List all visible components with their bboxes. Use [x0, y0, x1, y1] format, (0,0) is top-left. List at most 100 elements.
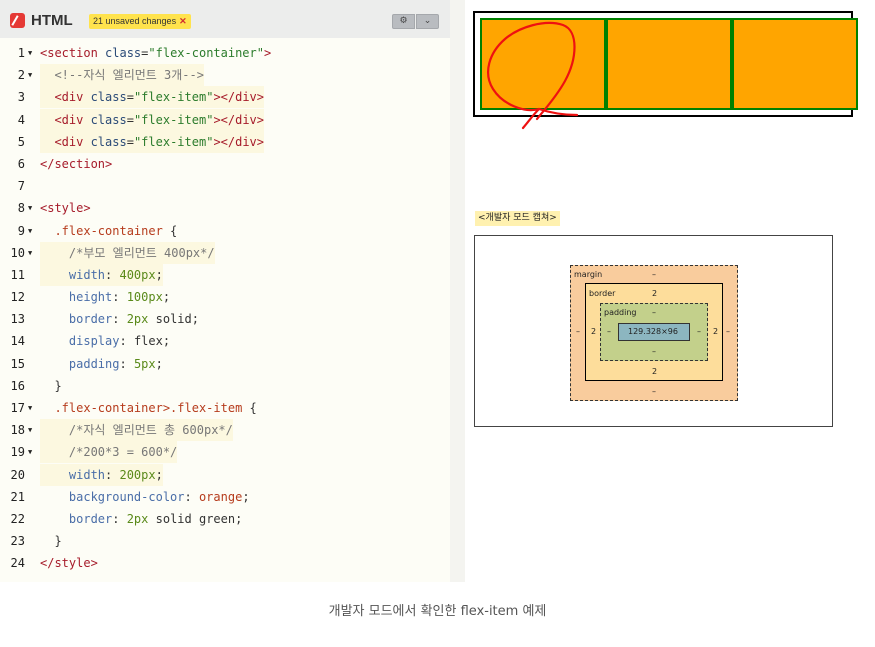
- code-line[interactable]: 11 width: 400px;: [0, 263, 450, 286]
- code-line[interactable]: 9 ▼ .flex-container {: [0, 220, 450, 242]
- code-token: 5px: [133, 356, 156, 371]
- line-number: 7: [17, 179, 25, 194]
- fold-arrow-icon[interactable]: ▼: [28, 197, 32, 219]
- code-line[interactable]: 1 ▼ <section class="flex-container">: [0, 42, 450, 64]
- line-number: 20: [10, 467, 25, 482]
- code-line[interactable]: 10 ▼ /*부모 엘리먼트 400px*/: [0, 241, 450, 264]
- code-token: class: [83, 112, 127, 127]
- code-token: <!--자식 엘리먼트 3개-->: [40, 68, 204, 83]
- code-token: <div: [40, 90, 84, 105]
- fold-arrow-icon[interactable]: ▼: [28, 419, 32, 441]
- content-size-value: 129.328×96: [628, 327, 678, 336]
- code-line[interactable]: 22 border: 2px solid green;: [0, 508, 450, 530]
- margin-left-value: –: [576, 327, 580, 336]
- line-number: 3: [17, 90, 25, 105]
- code-line[interactable]: 8 ▼ <style>: [0, 197, 450, 219]
- line-number: 14: [10, 334, 25, 349]
- code-token: >: [263, 46, 272, 60]
- border-label: border: [589, 289, 616, 298]
- code-token: =: [126, 90, 134, 105]
- code-token: ></div>: [213, 90, 265, 105]
- code-line[interactable]: 16 }: [0, 375, 450, 397]
- code-token: ;: [162, 290, 171, 305]
- code-token: class: [83, 90, 127, 105]
- line-number: 18: [10, 423, 25, 438]
- code-line[interactable]: 24 </style>: [0, 552, 450, 574]
- fold-arrow-icon[interactable]: ▼: [28, 397, 32, 419]
- code-text: /*자식 엘리먼트 총 600px*/: [40, 419, 233, 442]
- code-text: display: flex;: [40, 330, 170, 352]
- padding-bottom-value: –: [652, 347, 656, 356]
- code-line[interactable]: 23 }: [0, 530, 450, 552]
- padding-left-value: –: [607, 327, 611, 336]
- code-line[interactable]: 14 display: flex;: [0, 330, 450, 352]
- fold-arrow-icon[interactable]: ▼: [28, 242, 32, 264]
- collapse-button[interactable]: ⌄: [416, 14, 439, 29]
- code-line[interactable]: 7: [0, 175, 450, 197]
- code-lines[interactable]: 1 ▼ <section class="flex-container"> 2 ▼ <!-…: [0, 42, 450, 575]
- code-editor-panel[interactable]: HTML 21 unsaved changes ✕ ⚙ ⌄ 1 ▼ <section …: [0, 0, 465, 582]
- editor-scrollbar[interactable]: [450, 0, 465, 582]
- code-token: :: [105, 467, 120, 482]
- padding-label: padding: [604, 308, 637, 317]
- code-text: <div class="flex-item"></div>: [40, 130, 265, 153]
- code-token: class: [97, 46, 142, 60]
- border-bottom-value: 2: [652, 367, 658, 376]
- fold-arrow-icon[interactable]: ▼: [28, 64, 32, 86]
- code-token: 100px: [126, 290, 163, 305]
- code-token: solid: [148, 511, 192, 526]
- fold-arrow-icon[interactable]: ▼: [28, 220, 32, 242]
- code-line[interactable]: 12 height: 100px;: [0, 286, 450, 308]
- code-line[interactable]: 21 background-color: orange;: [0, 486, 450, 508]
- settings-button[interactable]: ⚙: [392, 14, 415, 29]
- code-line[interactable]: 13 border: 2px solid;: [0, 308, 450, 330]
- code-token: green: [191, 511, 236, 526]
- code-text: width: 200px;: [40, 463, 163, 486]
- code-token: ></div>: [213, 112, 265, 127]
- code-token: =: [126, 112, 134, 127]
- flex-item: [606, 18, 732, 110]
- code-token: ;: [235, 511, 243, 526]
- code-line[interactable]: 15 padding: 5px;: [0, 353, 450, 375]
- code-token: width: [40, 467, 106, 482]
- code-line[interactable]: 17 ▼ .flex-container>.flex-item {: [0, 397, 450, 419]
- line-number: 22: [10, 511, 25, 526]
- code-token: ;: [155, 356, 163, 371]
- code-token: =: [126, 134, 134, 149]
- unsaved-changes-badge[interactable]: 21 unsaved changes ✕: [89, 14, 191, 29]
- code-token: "flex-item": [133, 90, 214, 105]
- figure-caption: 개발자 모드에서 확인한 flex-item 예제: [328, 604, 547, 619]
- code-line[interactable]: 5 <div class="flex-item"></div>: [0, 130, 450, 153]
- code-line[interactable]: 2 ▼ <!--자식 엘리먼트 3개-->: [0, 64, 450, 87]
- code-line[interactable]: 19 ▼ /*200*3 = 600*/: [0, 441, 450, 464]
- code-token: class: [83, 134, 127, 149]
- code-token: :: [119, 334, 134, 349]
- unsaved-changes-text: 21 unsaved changes: [93, 16, 177, 26]
- line-number: 10: [10, 245, 25, 260]
- fold-arrow-icon[interactable]: ▼: [28, 42, 32, 64]
- code-token: "flex-item": [133, 112, 214, 127]
- code-token: :: [119, 356, 134, 371]
- code-token: solid: [148, 312, 192, 327]
- editor-language-label: HTML: [31, 12, 73, 29]
- line-number: 1: [17, 46, 25, 60]
- flex-container-preview: [473, 11, 858, 117]
- code-line[interactable]: 18 ▼ /*자식 엘리먼트 총 600px*/: [0, 419, 450, 442]
- code-line[interactable]: 3 <div class="flex-item"></div>: [0, 86, 450, 109]
- border-top-value: 2: [652, 289, 658, 298]
- code-token: 400px: [119, 267, 156, 282]
- code-token: :: [112, 312, 127, 327]
- code-text: border: 2px solid;: [40, 308, 199, 330]
- code-token: border: [40, 511, 113, 526]
- close-icon[interactable]: ✕: [179, 16, 187, 26]
- code-line[interactable]: 4 <div class="flex-item"></div>: [0, 108, 450, 131]
- padding-right-value: –: [697, 327, 701, 336]
- editor-header: HTML 21 unsaved changes ✕ ⚙ ⌄: [0, 0, 450, 38]
- code-line[interactable]: 20 width: 200px;: [0, 463, 450, 486]
- code-token: }: [40, 534, 62, 549]
- fold-arrow-icon[interactable]: ▼: [28, 441, 32, 463]
- code-line[interactable]: 6 </section>: [0, 153, 450, 175]
- code-text: }: [40, 375, 61, 397]
- code-token: 2px: [126, 511, 149, 526]
- code-token: padding: [40, 356, 120, 371]
